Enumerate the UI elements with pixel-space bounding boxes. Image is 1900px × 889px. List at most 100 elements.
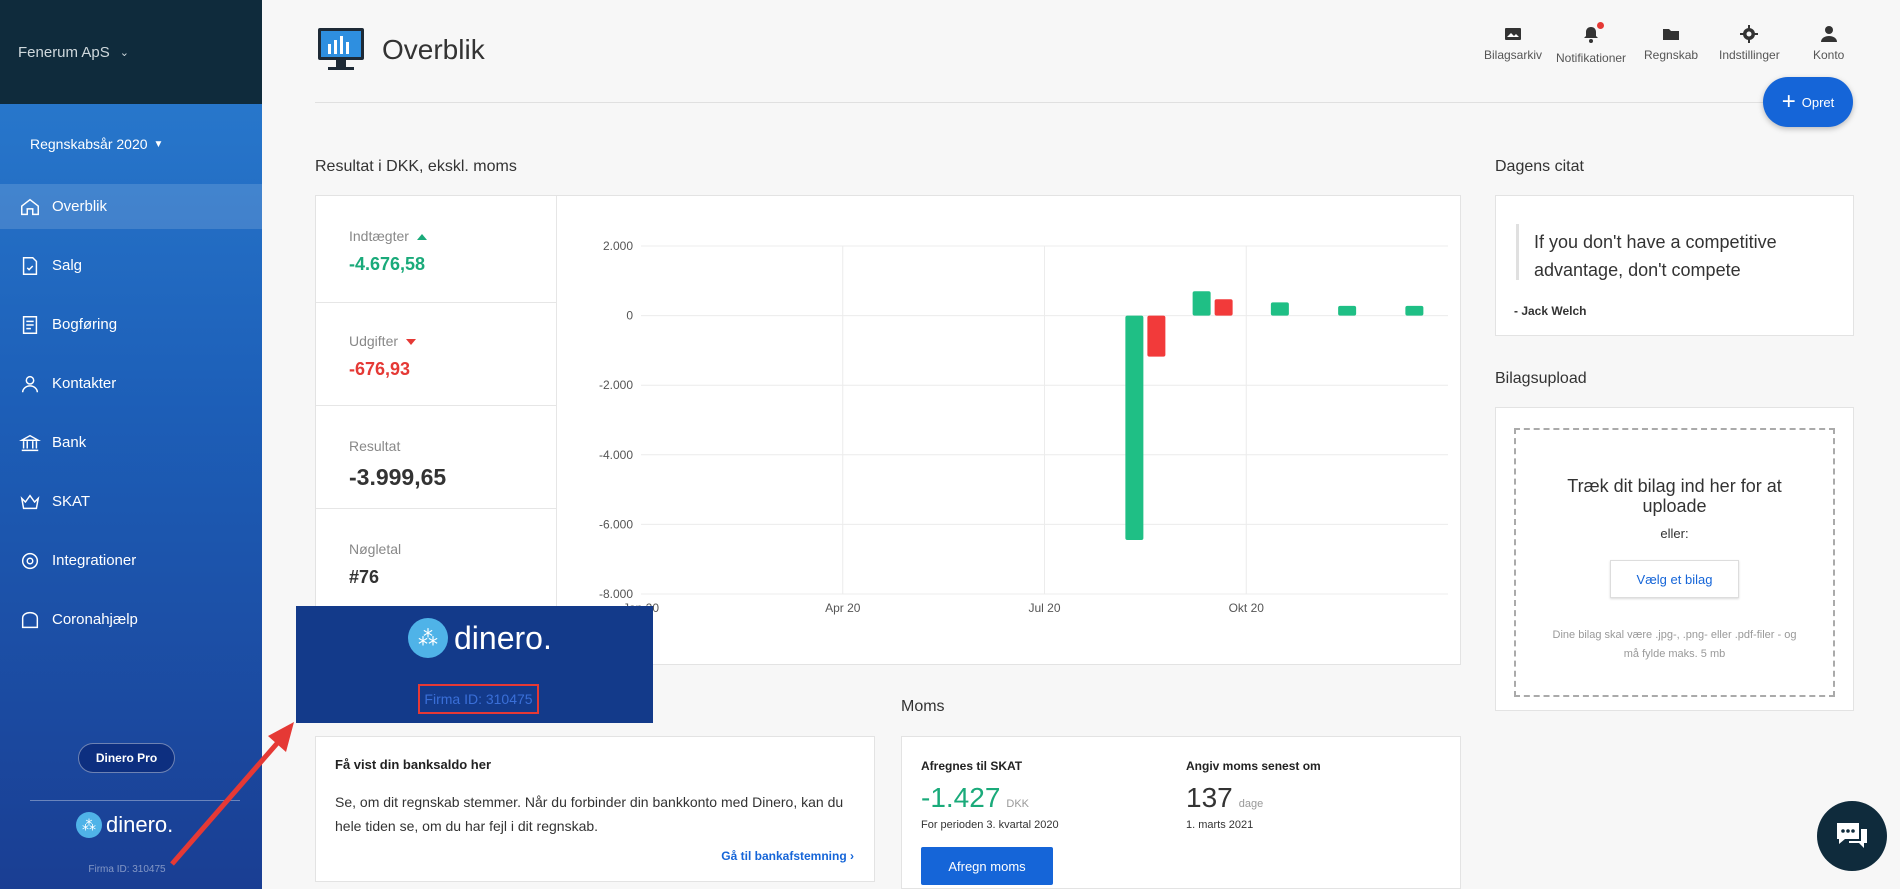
settle-amount: -1.427 DKK xyxy=(921,782,1029,814)
dinero-pro-button[interactable]: Dinero Pro xyxy=(78,743,175,773)
nav-bilagsarkiv[interactable]: Bilagsarkiv xyxy=(1484,24,1542,62)
crown-icon xyxy=(18,490,42,514)
deadline-amount: 137 dage xyxy=(1186,782,1263,814)
nav-label: Regnskab xyxy=(1644,48,1699,62)
sidebar-item-label: Integrationer xyxy=(52,552,137,569)
nav-label: Konto xyxy=(1813,48,1845,62)
year-selector[interactable]: Regnskabsår 2020 ▼ xyxy=(0,104,262,184)
y-tick-label: -4.000 xyxy=(599,448,633,462)
sidebar-item-integrationer[interactable]: Integrationer xyxy=(0,538,262,583)
quote-card: If you don't have a competitive advantag… xyxy=(1495,195,1854,336)
nav-regnskab[interactable]: Regnskab xyxy=(1644,24,1698,62)
chevron-down-icon: ▼ xyxy=(153,138,164,150)
sidebar-item-salg[interactable]: Salg xyxy=(0,243,262,288)
deadline-unit: dage xyxy=(1238,798,1264,810)
paperclip-icon: ⁂ xyxy=(76,812,102,838)
plus-icon: + xyxy=(1781,88,1796,115)
nav-notifikationer[interactable]: Notifikationer xyxy=(1556,22,1626,65)
overlay-firm-id: Firma ID: 310475 xyxy=(418,684,539,714)
corona-help-icon xyxy=(18,608,42,632)
sidebar-item-bank[interactable]: Bank xyxy=(0,420,262,465)
company-name: Fenerum ApS xyxy=(18,43,110,61)
bank-reconcile-link[interactable]: Gå til bankafstemning › xyxy=(721,849,854,863)
result-label: Resultat xyxy=(349,438,401,454)
nav-label: Bilagsarkiv xyxy=(1484,48,1543,62)
y-tick-label: -2.000 xyxy=(599,378,633,392)
income-label: Indtægter xyxy=(349,228,556,244)
arrow-up-icon xyxy=(416,234,427,241)
create-button[interactable]: + Opret xyxy=(1763,77,1853,127)
x-tick-label: Apr 20 xyxy=(825,601,861,615)
key-value: #76 xyxy=(349,567,380,587)
moms-card: Afregnes til SKAT -1.427 DKK For periode… xyxy=(901,736,1461,889)
sidebar-item-label: Overblik xyxy=(52,198,108,215)
notification-dot xyxy=(1597,22,1605,29)
folder-icon xyxy=(1663,29,1680,40)
upload-hint: Dine bilag skal være .jpg-, .png- eller … xyxy=(1552,629,1797,660)
result-chart: 2.0000-2.000-4.000-6.000-8.000Jan 20Apr … xyxy=(599,239,1448,615)
sales-icon xyxy=(18,254,42,278)
chart-bar xyxy=(1147,315,1166,357)
income-value: -4.676,58 xyxy=(349,254,426,274)
upload-card: Træk dit bilag ind her for at uploade el… xyxy=(1495,407,1854,711)
nav-konto[interactable]: Konto xyxy=(1813,24,1844,62)
home-icon xyxy=(18,195,42,219)
deadline-value: 137 xyxy=(1186,782,1233,813)
page-title: Overblik xyxy=(382,34,485,65)
sidebar-item-label: Bank xyxy=(52,434,87,451)
sidebar-item-kontakter[interactable]: Kontakter xyxy=(0,361,262,406)
key-label: Nøgletal xyxy=(349,541,402,557)
result-stat: Resultat -3.999,65 xyxy=(316,406,556,509)
expense-stat: Udgifter -676,93 xyxy=(316,303,556,406)
sidebar-item-skat[interactable]: SKAT xyxy=(0,479,262,524)
chart-bar xyxy=(1270,302,1289,316)
y-tick-label: -8.000 xyxy=(599,587,633,601)
quote-text: If you don't have a competitive advantag… xyxy=(1534,232,1777,280)
upload-dropzone[interactable]: Træk dit bilag ind her for at uploade el… xyxy=(1514,428,1835,697)
archive-icon xyxy=(1505,28,1522,40)
quote-author: - Jack Welch xyxy=(1514,304,1587,318)
y-tick-label: 2.000 xyxy=(603,239,633,253)
bank-card: Få vist din banksaldo her Se, om dit reg… xyxy=(315,736,875,882)
logo-text: dinero. xyxy=(106,812,174,837)
sidebar-item-coronahjaelp[interactable]: Coronahjælp xyxy=(0,597,262,642)
sidebar-item-overblik[interactable]: Overblik xyxy=(0,184,262,229)
or-text: eller: xyxy=(1660,526,1689,541)
key-stat: Nøgletal #76 xyxy=(316,509,556,619)
sidebar-item-label: Coronahjælp xyxy=(52,611,138,628)
result-value: -3.999,65 xyxy=(349,464,447,490)
sidebar-nav: Overblik Salg Bogføring Kontakter Bank S… xyxy=(0,184,262,642)
quote-bar xyxy=(1516,224,1519,280)
x-tick-label: Okt 20 xyxy=(1229,601,1265,615)
nav-label: Indstillinger xyxy=(1719,48,1780,62)
choose-file-button[interactable]: Vælg et bilag xyxy=(1610,560,1739,598)
sidebar-item-bogforing[interactable]: Bogføring xyxy=(0,302,262,347)
result-card: Indtægter -4.676,58 Udgifter -676,93 Res… xyxy=(315,195,1461,666)
chat-button[interactable] xyxy=(1817,801,1887,871)
x-tick-label: Jul 20 xyxy=(1028,601,1060,615)
sidebar-divider xyxy=(30,800,240,801)
expense-label: Udgifter xyxy=(349,333,556,349)
y-tick-label: 0 xyxy=(626,309,633,323)
chart-bar xyxy=(1405,305,1424,316)
drop-text: Træk dit bilag ind her for at uploade xyxy=(1567,476,1782,516)
bank-title: Få vist din banksaldo her xyxy=(335,757,492,772)
company-selector[interactable]: Fenerum ApS ⌄ xyxy=(0,0,262,104)
create-label: Opret xyxy=(1801,94,1835,110)
paperclip-icon: ⁂ xyxy=(408,618,448,658)
integrations-icon xyxy=(18,549,42,573)
moms-section-title: Moms xyxy=(901,698,945,715)
nav-indstillinger[interactable]: Indstillinger xyxy=(1719,24,1780,62)
ledger-icon xyxy=(18,313,42,337)
dinero-overlay: ⁂ dinero. Firma ID: 310475 xyxy=(296,606,653,723)
chat-icon xyxy=(1837,823,1867,848)
year-label: Regnskabsår 2020 xyxy=(30,136,148,152)
arrow-down-icon xyxy=(406,339,417,346)
contacts-icon xyxy=(18,372,42,396)
overlay-logo: ⁂ dinero. xyxy=(408,618,552,658)
settle-vat-button[interactable]: Afregn moms xyxy=(921,847,1053,885)
dinero-logo: ⁂ dinero. xyxy=(76,812,173,838)
expense-value: -676,93 xyxy=(349,359,411,379)
deadline-label: Angiv moms senest om xyxy=(1186,759,1321,773)
monitor-chart-icon xyxy=(318,28,364,70)
